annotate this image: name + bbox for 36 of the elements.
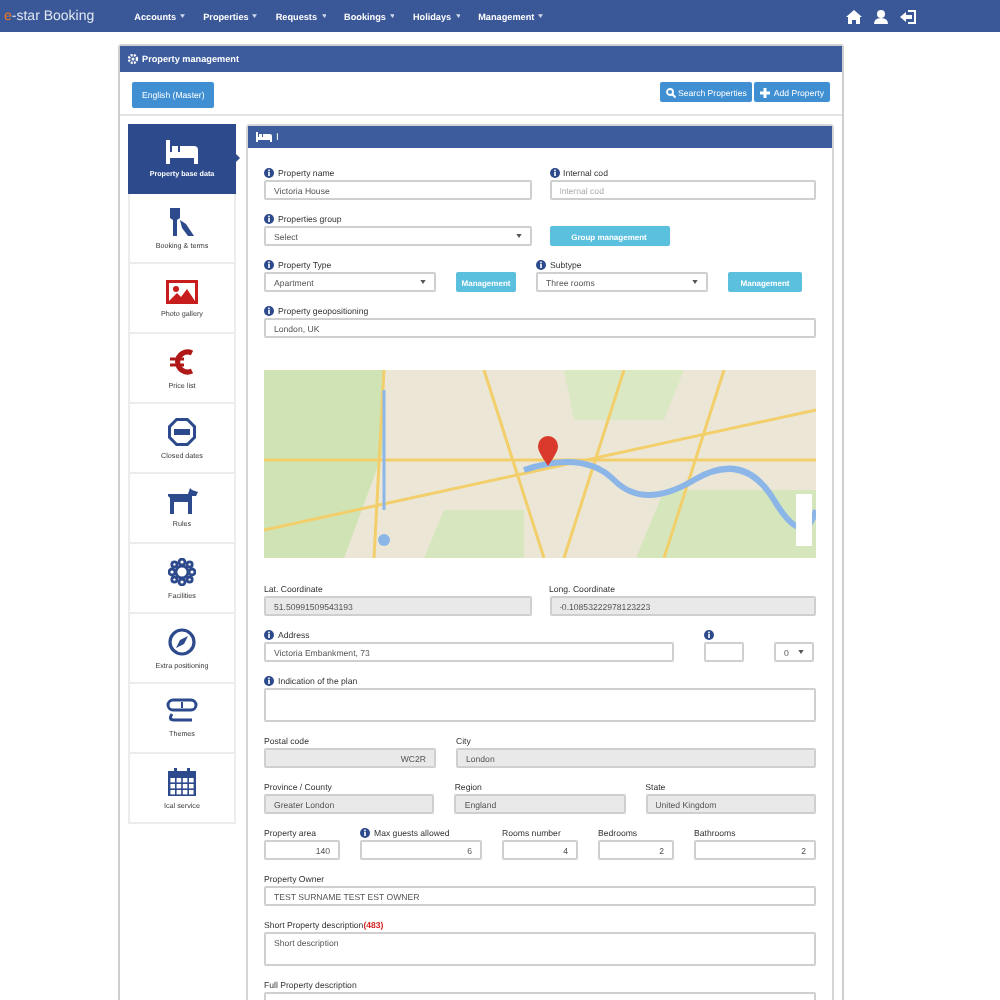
bed-icon [166,139,198,163]
search-icon [665,87,675,97]
info-icon[interactable] [549,167,559,177]
bed-icon [256,132,272,142]
plus-icon [760,87,771,97]
caret-icon [455,14,461,18]
caret-icon [389,14,395,18]
snowflake-icon [168,557,196,585]
caret-icon [538,14,544,18]
info-icon[interactable] [264,305,274,315]
gear-icon [128,54,138,64]
info-icon[interactable] [264,629,274,639]
stop-sign-icon [168,417,196,445]
user-icon[interactable] [874,9,888,23]
info-icon[interactable] [360,827,370,837]
caret-icon [515,234,521,238]
caret-icon [420,280,426,284]
caret-icon [692,280,698,284]
caret-icon [180,14,186,18]
caret-icon [252,14,258,18]
caret-icon [798,650,804,654]
calendar-icon [168,767,196,795]
home-icon[interactable] [846,9,862,23]
euro-icon [170,347,194,375]
compass-icon [168,627,196,655]
info-icon[interactable] [264,259,274,269]
info-icon[interactable] [264,213,274,223]
info-icon[interactable] [264,167,274,177]
info-icon[interactable] [536,259,546,269]
sign-out-icon[interactable] [900,9,916,23]
input-field[interactable] [704,642,744,662]
dog-icon [167,488,197,514]
caret-icon [321,14,327,18]
image-icon [166,279,198,303]
info-icon[interactable] [704,629,714,639]
info-icon[interactable] [264,675,274,685]
